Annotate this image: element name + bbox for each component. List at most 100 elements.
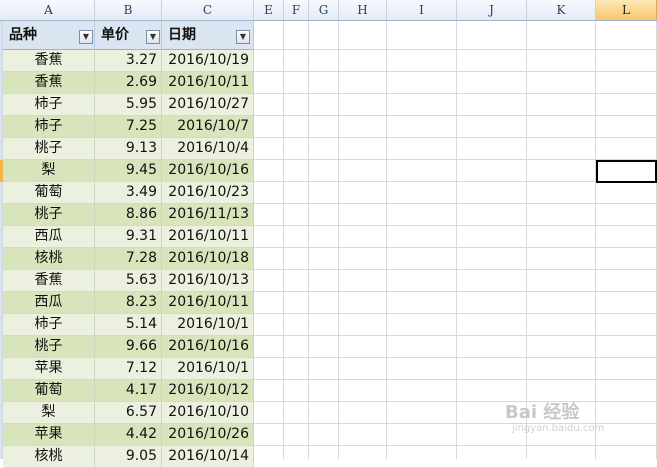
- cell-variety[interactable]: 苹果: [3, 358, 95, 380]
- cell-date[interactable]: 2016/10/12: [162, 380, 254, 402]
- cell-variety[interactable]: 核桃: [3, 446, 95, 468]
- gridline-horizontal: [254, 137, 657, 138]
- gridline-horizontal: [254, 93, 657, 94]
- gridline-horizontal: [254, 247, 657, 248]
- cell-price[interactable]: 8.23: [95, 292, 162, 314]
- gridline-horizontal: [254, 357, 657, 358]
- header-variety-label: 品种: [9, 27, 37, 43]
- column-header-l[interactable]: L: [596, 0, 657, 20]
- header-date-label: 日期: [168, 27, 196, 43]
- cell-variety[interactable]: 苹果: [3, 424, 95, 446]
- cell-date[interactable]: 2016/10/1: [162, 358, 254, 380]
- cell-date[interactable]: 2016/10/16: [162, 336, 254, 358]
- cell-price[interactable]: 5.95: [95, 94, 162, 116]
- filter-dropdown-icon[interactable]: ▼: [236, 30, 250, 44]
- gridline-horizontal: [254, 203, 657, 204]
- header-cell-variety[interactable]: 品种 ▼: [3, 21, 95, 50]
- cell-date[interactable]: 2016/10/23: [162, 182, 254, 204]
- cell-price[interactable]: 3.27: [95, 50, 162, 72]
- cell-variety[interactable]: 西瓜: [3, 292, 95, 314]
- gridline-horizontal: [254, 313, 657, 314]
- cell-date[interactable]: 2016/10/18: [162, 248, 254, 270]
- column-header-h[interactable]: H: [339, 0, 387, 20]
- cell-variety[interactable]: 香蕉: [3, 50, 95, 72]
- cell-variety[interactable]: 梨: [3, 402, 95, 424]
- cell-date[interactable]: 2016/10/27: [162, 94, 254, 116]
- cell-date[interactable]: 2016/10/10: [162, 402, 254, 424]
- column-header-b[interactable]: B: [95, 0, 162, 20]
- filter-dropdown-icon[interactable]: ▼: [146, 30, 160, 44]
- gridline-horizontal: [254, 379, 657, 380]
- active-cell-selection[interactable]: [596, 160, 657, 183]
- cell-price[interactable]: 9.66: [95, 336, 162, 358]
- column-header-k[interactable]: K: [527, 0, 596, 20]
- cell-date[interactable]: 2016/10/7: [162, 116, 254, 138]
- cell-date[interactable]: 2016/10/16: [162, 160, 254, 182]
- header-cell-price[interactable]: 单价 ▼: [95, 21, 162, 50]
- cell-variety[interactable]: 柿子: [3, 314, 95, 336]
- cell-date[interactable]: 2016/10/26: [162, 424, 254, 446]
- cell-date[interactable]: 2016/10/1: [162, 314, 254, 336]
- gridline-horizontal: [254, 71, 657, 72]
- cell-variety[interactable]: 柿子: [3, 94, 95, 116]
- cell-variety[interactable]: 香蕉: [3, 72, 95, 94]
- cell-variety[interactable]: 葡萄: [3, 380, 95, 402]
- cell-date[interactable]: 2016/11/13: [162, 204, 254, 226]
- column-header-f[interactable]: F: [284, 0, 309, 20]
- cell-date[interactable]: 2016/10/11: [162, 292, 254, 314]
- cell-date[interactable]: 2016/10/13: [162, 270, 254, 292]
- cell-variety[interactable]: 葡萄: [3, 182, 95, 204]
- gridline-horizontal: [254, 225, 657, 226]
- cell-price[interactable]: 9.13: [95, 138, 162, 160]
- cell-price[interactable]: 6.57: [95, 402, 162, 424]
- gridline-vertical: [526, 21, 527, 459]
- cell-price[interactable]: 7.25: [95, 116, 162, 138]
- gridline-vertical: [308, 21, 309, 459]
- cell-variety[interactable]: 柿子: [3, 116, 95, 138]
- gridline-horizontal: [254, 445, 657, 446]
- cell-date[interactable]: 2016/10/11: [162, 72, 254, 94]
- column-header-i[interactable]: I: [387, 0, 457, 20]
- cell-date[interactable]: 2016/10/11: [162, 226, 254, 248]
- gridline-horizontal: [254, 115, 657, 116]
- cell-variety[interactable]: 梨: [3, 160, 95, 182]
- column-header-a[interactable]: A: [3, 0, 95, 20]
- column-header-j[interactable]: J: [457, 0, 527, 20]
- gridline-horizontal: [254, 49, 657, 50]
- cell-price[interactable]: 4.42: [95, 424, 162, 446]
- cell-date[interactable]: 2016/10/14: [162, 446, 254, 468]
- header-cell-date[interactable]: 日期 ▼: [162, 21, 254, 50]
- gridline-vertical: [456, 21, 457, 459]
- gridline-horizontal: [254, 401, 657, 402]
- column-header-e[interactable]: E: [254, 0, 284, 20]
- cell-price[interactable]: 5.63: [95, 270, 162, 292]
- cell-date[interactable]: 2016/10/4: [162, 138, 254, 160]
- watermark-url: jingyan.baidu.com: [512, 423, 605, 434]
- cell-variety[interactable]: 桃子: [3, 138, 95, 160]
- gridline-vertical: [283, 21, 284, 459]
- cell-price[interactable]: 9.45: [95, 160, 162, 182]
- cell-date[interactable]: 2016/10/19: [162, 50, 254, 72]
- cell-price[interactable]: 4.17: [95, 380, 162, 402]
- cell-variety[interactable]: 西瓜: [3, 226, 95, 248]
- gridline-vertical: [338, 21, 339, 459]
- gridline-horizontal: [254, 335, 657, 336]
- column-header-c[interactable]: C: [162, 0, 254, 20]
- cell-variety[interactable]: 核桃: [3, 248, 95, 270]
- cell-price[interactable]: 2.69: [95, 72, 162, 94]
- cell-price[interactable]: 9.05: [95, 446, 162, 468]
- cell-price[interactable]: 5.14: [95, 314, 162, 336]
- header-price-label: 单价: [101, 27, 129, 43]
- cell-price[interactable]: 8.86: [95, 204, 162, 226]
- cell-price[interactable]: 9.31: [95, 226, 162, 248]
- cell-variety[interactable]: 桃子: [3, 336, 95, 358]
- column-header-g[interactable]: G: [309, 0, 339, 20]
- filter-dropdown-icon[interactable]: ▼: [79, 30, 93, 44]
- gridline-horizontal: [254, 291, 657, 292]
- cell-variety[interactable]: 香蕉: [3, 270, 95, 292]
- cell-price[interactable]: 7.12: [95, 358, 162, 380]
- cell-price[interactable]: 7.28: [95, 248, 162, 270]
- cell-price[interactable]: 3.49: [95, 182, 162, 204]
- cell-variety[interactable]: 桃子: [3, 204, 95, 226]
- gridline-vertical: [595, 21, 596, 459]
